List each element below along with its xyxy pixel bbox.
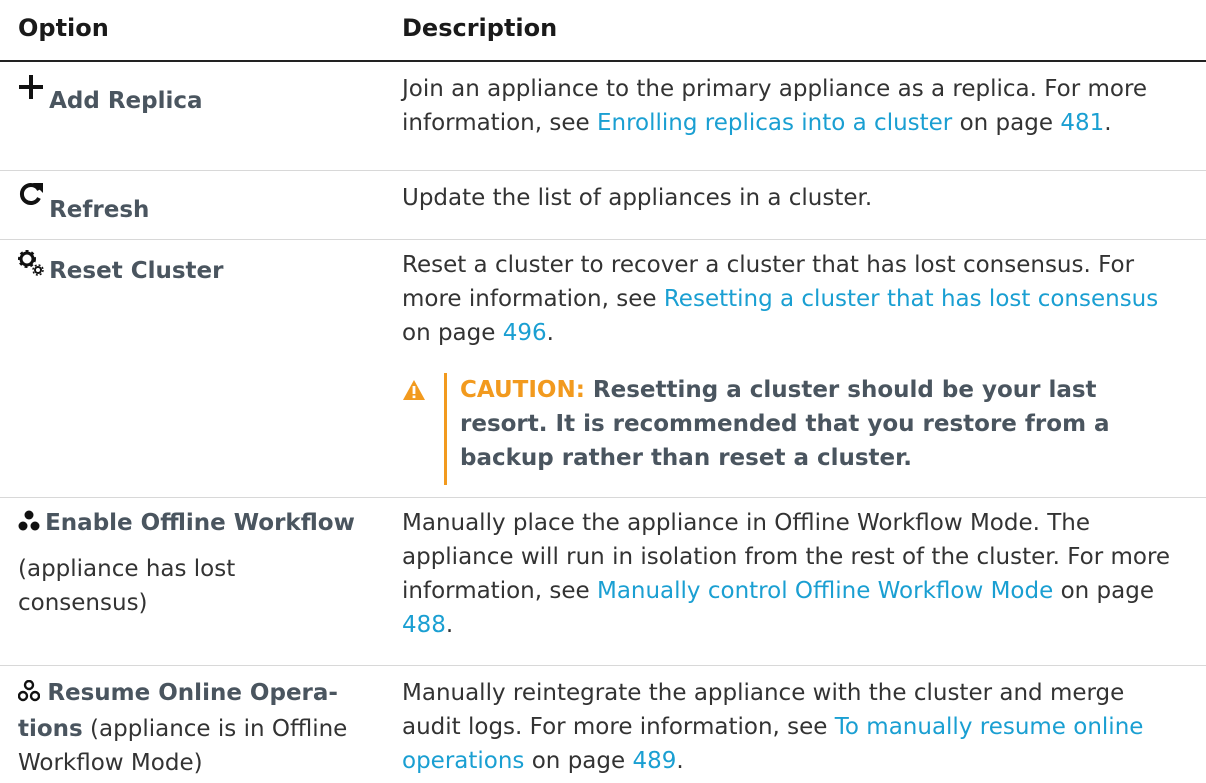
table-row: Resume Online Opera- tions (appliance is… <box>0 666 1206 783</box>
table-row: Refresh Update the list of appliances in… <box>0 171 1206 240</box>
option-cell: Refresh <box>18 181 378 223</box>
option-name: Enable Offline Workflow <box>45 510 355 536</box>
doc-link[interactable]: Manually control Offline Workflow Mode <box>597 578 1053 604</box>
description-cell: Update the list of appliances in a clust… <box>402 185 873 211</box>
option-name: Add Replica <box>49 88 203 114</box>
page-link[interactable]: 481 <box>1060 110 1104 136</box>
page-link[interactable]: 489 <box>632 748 676 774</box>
page-link[interactable]: 496 <box>503 320 547 346</box>
plus-icon <box>18 74 44 104</box>
gears-icon <box>18 250 44 280</box>
caution-text: CAUTION: Resetting a cluster should be y… <box>460 377 1110 471</box>
doc-link[interactable]: Resetting a cluster that has lost consen… <box>664 286 1158 312</box>
option-cell: Resume Online Opera- tions (appliance is… <box>17 676 398 780</box>
refresh-icon <box>18 181 44 211</box>
header-option: Option <box>18 14 109 42</box>
header-description: Description <box>402 14 558 42</box>
page-link[interactable]: 488 <box>402 612 446 638</box>
option-name: Refresh <box>49 197 150 223</box>
doc-link[interactable]: Enrolling replicas into a cluster <box>597 110 952 136</box>
table-row: Add Replica Join an appliance to the pri… <box>0 62 1206 171</box>
option-note: (appliance has lost consensus) <box>18 556 236 616</box>
caution-bar <box>444 373 447 485</box>
options-table: Option Description Add Replica Join an a… <box>0 0 1206 783</box>
description-cell: Manually reintegrate the appliance with … <box>402 680 1144 774</box>
option-cell: Add Replica <box>18 74 378 114</box>
description-cell: Join an appliance to the primary applian… <box>402 76 1148 136</box>
cluster-icon <box>18 510 40 544</box>
option-cell: Reset Cluster <box>18 250 378 284</box>
table-header: Option Description <box>0 0 1206 62</box>
description-cell: Reset a cluster to recover a cluster tha… <box>402 252 1159 346</box>
table-row: Reset Cluster Reset a cluster to recover… <box>0 240 1206 498</box>
cluster-outline-icon <box>17 678 41 712</box>
caution-box: CAUTION: Resetting a cluster should be y… <box>402 373 1142 485</box>
table-row: Enable Offline Workflow (appliance has l… <box>0 498 1206 666</box>
description-cell: Manually place the appliance in Offline … <box>402 510 1171 638</box>
warning-icon <box>402 379 426 405</box>
option-name: Reset Cluster <box>49 258 224 284</box>
option-cell: Enable Offline Workflow (appliance has l… <box>18 506 378 620</box>
